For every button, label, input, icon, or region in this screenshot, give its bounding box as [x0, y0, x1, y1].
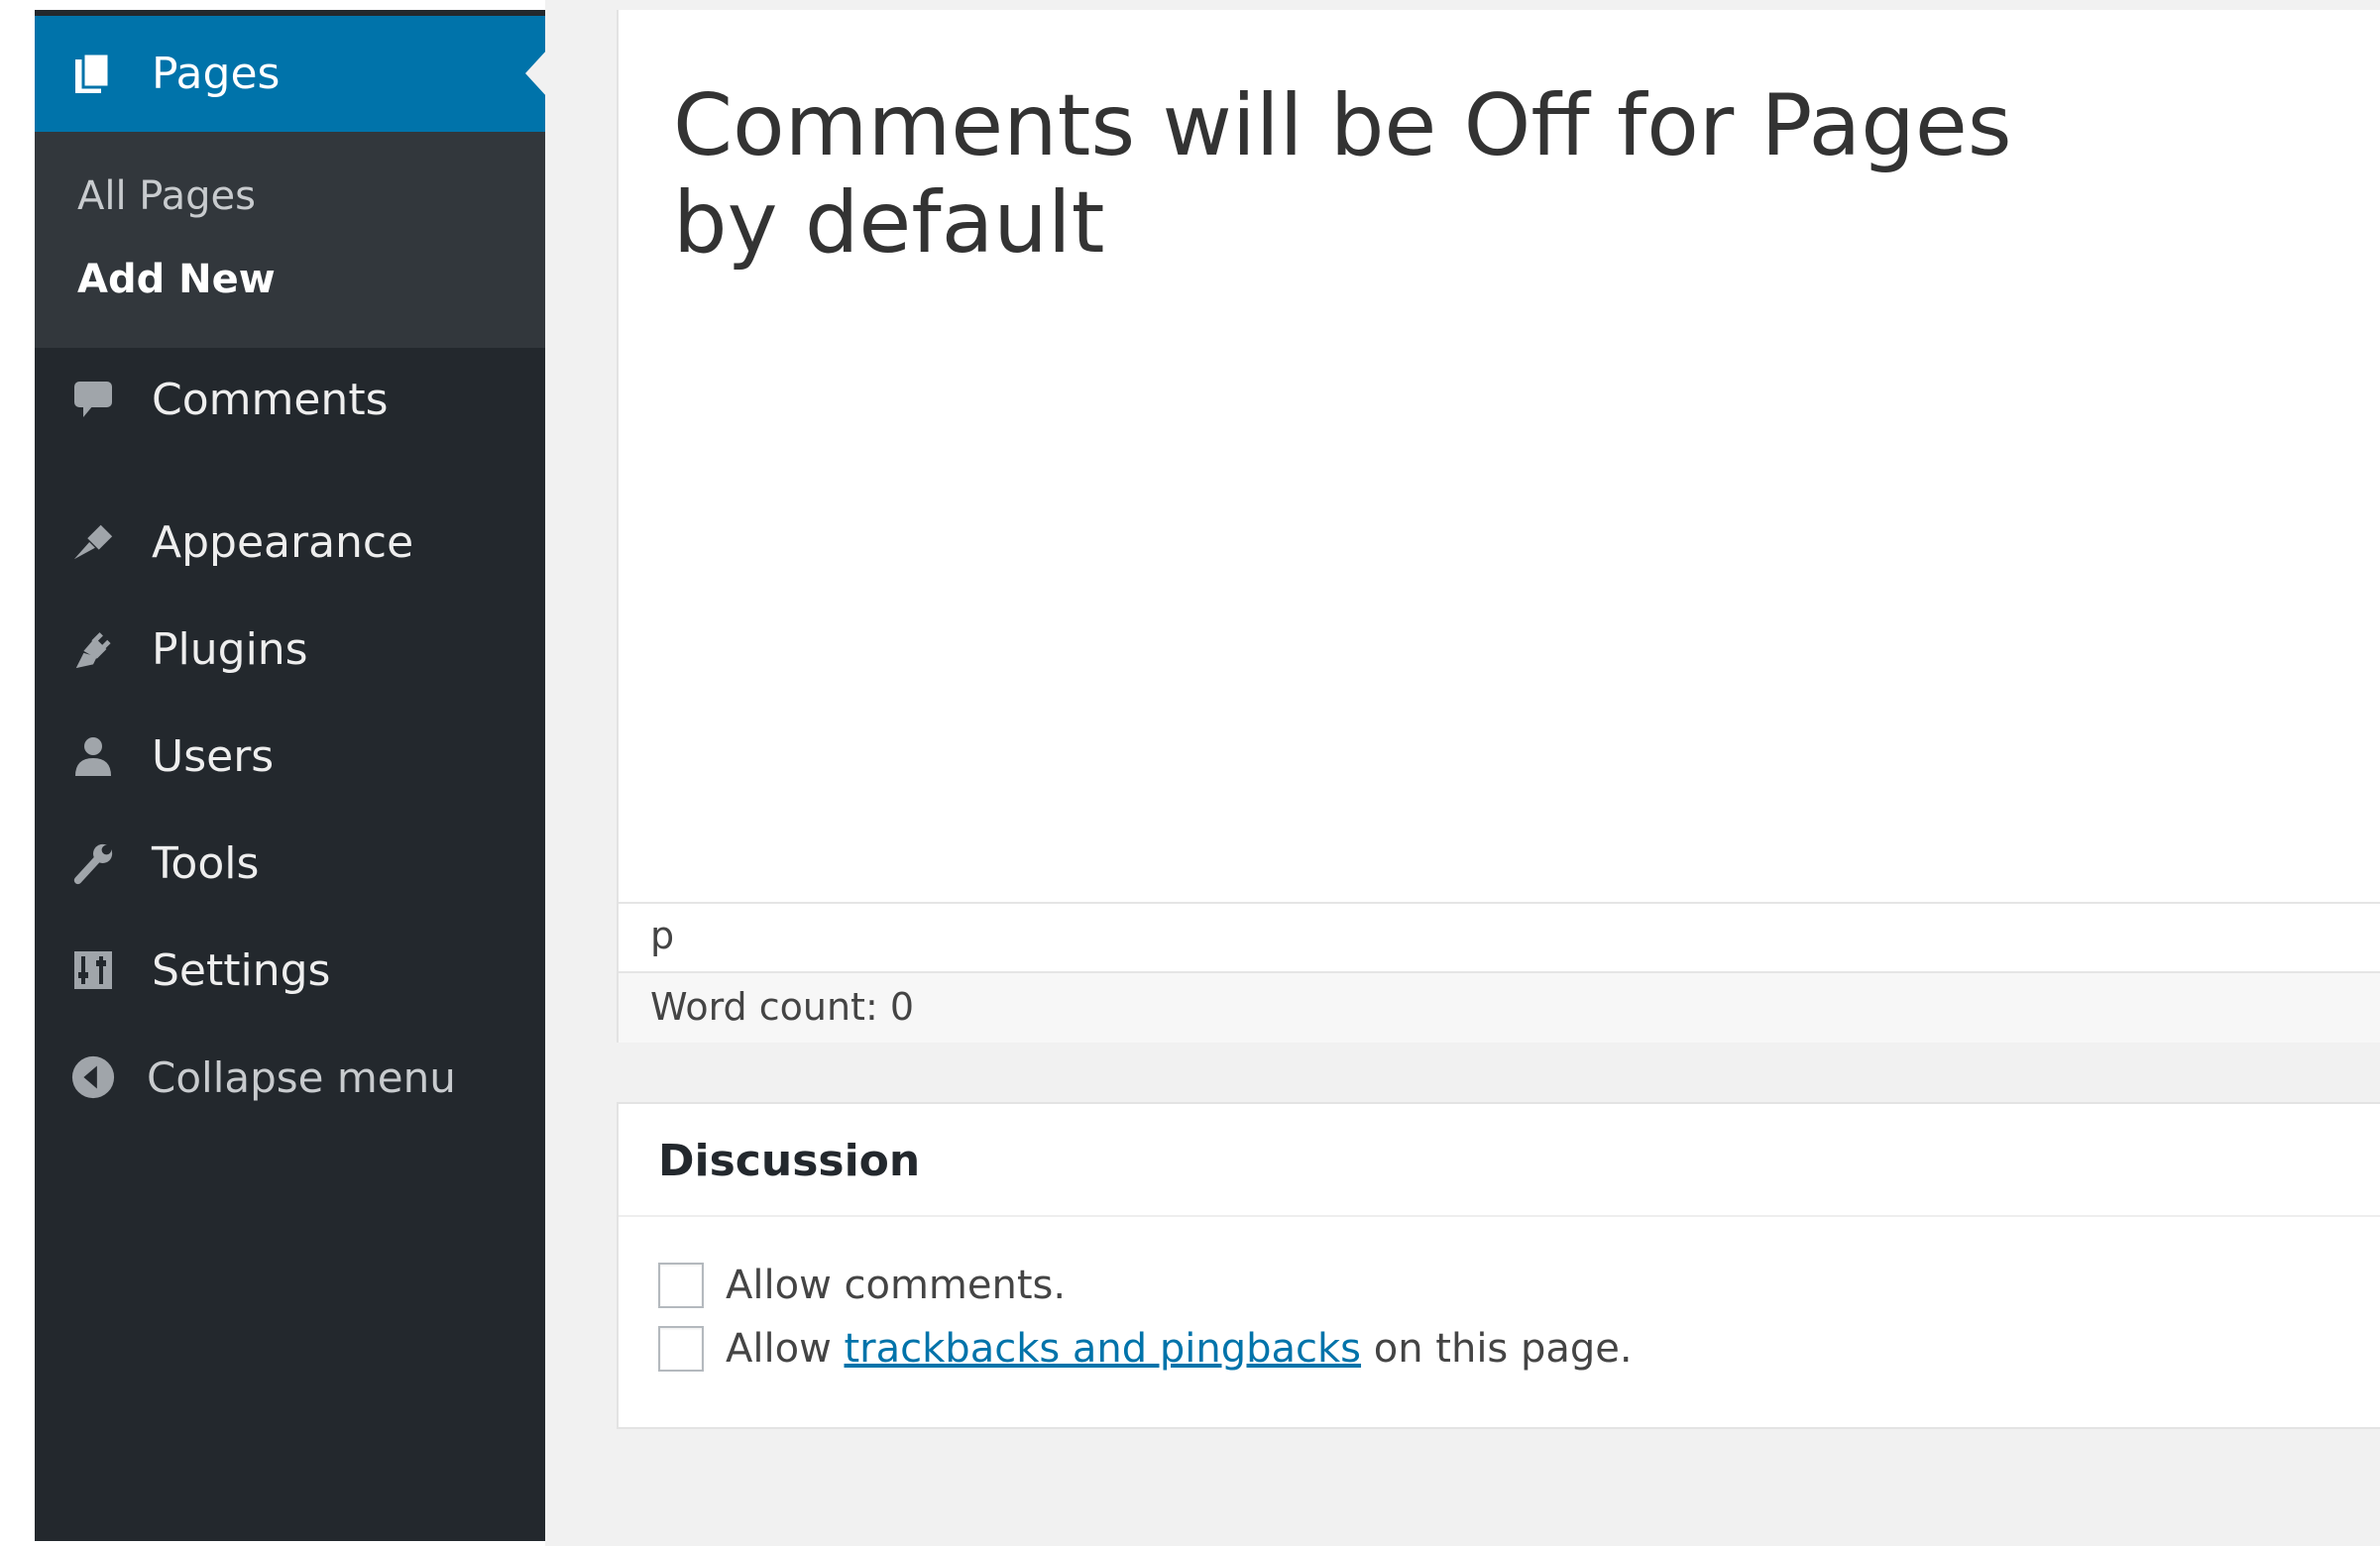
sidebar-item-label: Settings	[152, 944, 331, 996]
allow-trackbacks-row[interactable]: Allow trackbacks and pingbacks on this p…	[658, 1326, 1633, 1372]
sidebar-item-label: Plugins	[152, 623, 308, 675]
allow-comments-label: Allow comments.	[726, 1263, 1067, 1308]
sidebar-item-tools[interactable]: Tools	[35, 821, 545, 906]
sidebar-item-label: Tools	[152, 837, 260, 889]
sidebar-item-users[interactable]: Users	[35, 714, 545, 799]
sidebar-item-label: Pages	[152, 48, 281, 99]
content-editor[interactable]: Comments will be Off for Pages by defaul…	[617, 10, 2380, 1043]
allow-trackbacks-label: Allow trackbacks and pingbacks on this p…	[726, 1326, 1633, 1372]
editor-content[interactable]: Comments will be Off for Pages by defaul…	[673, 77, 2061, 272]
allow-trackbacks-checkbox[interactable]	[658, 1326, 704, 1372]
plugins-icon	[70, 626, 116, 672]
tools-icon	[70, 840, 116, 886]
trackbacks-pingbacks-link[interactable]: trackbacks and pingbacks	[845, 1326, 1362, 1372]
submenu-item-add-new[interactable]: Add New	[77, 257, 276, 302]
collapse-menu-button[interactable]: Collapse menu	[35, 1035, 545, 1120]
editor-text-line: by default	[673, 173, 1105, 273]
sidebar-item-comments[interactable]: Comments	[35, 357, 545, 442]
submenu-item-all-pages[interactable]: All Pages	[77, 173, 256, 219]
editor-status-bar: Word count: 0	[619, 971, 2380, 1043]
sidebar-item-pages[interactable]: Pages	[35, 15, 547, 132]
sidebar-item-appearance[interactable]: Appearance	[35, 499, 545, 585]
sidebar-top-edge	[35, 10, 545, 16]
sidebar-item-plugins[interactable]: Plugins	[35, 607, 545, 692]
comments-icon	[70, 377, 116, 422]
sidebar-item-label: Comments	[152, 374, 389, 425]
editor-text-line: Comments will be Off for Pages	[673, 76, 2012, 175]
wp-admin-screen: Pages All Pages Add New Comments Appeara…	[0, 0, 2380, 1546]
users-icon	[70, 733, 116, 779]
pages-icon	[70, 51, 116, 96]
sidebar-item-label: Collapse menu	[147, 1052, 456, 1102]
allow-trackbacks-suffix: on this page.	[1361, 1326, 1633, 1372]
allow-comments-row[interactable]: Allow comments.	[658, 1263, 1066, 1308]
collapse-icon	[70, 1054, 116, 1100]
allow-trackbacks-prefix: Allow	[726, 1326, 845, 1372]
sidebar-item-label: Users	[152, 730, 275, 782]
editor-element-path: p	[619, 902, 2380, 971]
discussion-box: Discussion Allow comments. Allow trackba…	[617, 1102, 2380, 1429]
settings-icon	[70, 947, 116, 993]
word-count: Word count: 0	[650, 985, 915, 1029]
current-menu-arrow	[525, 50, 547, 97]
pages-submenu: All Pages Add New	[35, 132, 545, 348]
allow-comments-checkbox[interactable]	[658, 1263, 704, 1308]
sidebar-item-label: Appearance	[152, 516, 414, 568]
discussion-header[interactable]: Discussion	[619, 1104, 2380, 1217]
appearance-icon	[70, 519, 116, 565]
discussion-title: Discussion	[658, 1136, 921, 1186]
admin-sidebar: Pages All Pages Add New Comments Appeara…	[35, 15, 547, 1541]
element-path-label[interactable]: p	[650, 914, 674, 957]
sidebar-item-settings[interactable]: Settings	[35, 928, 545, 1013]
